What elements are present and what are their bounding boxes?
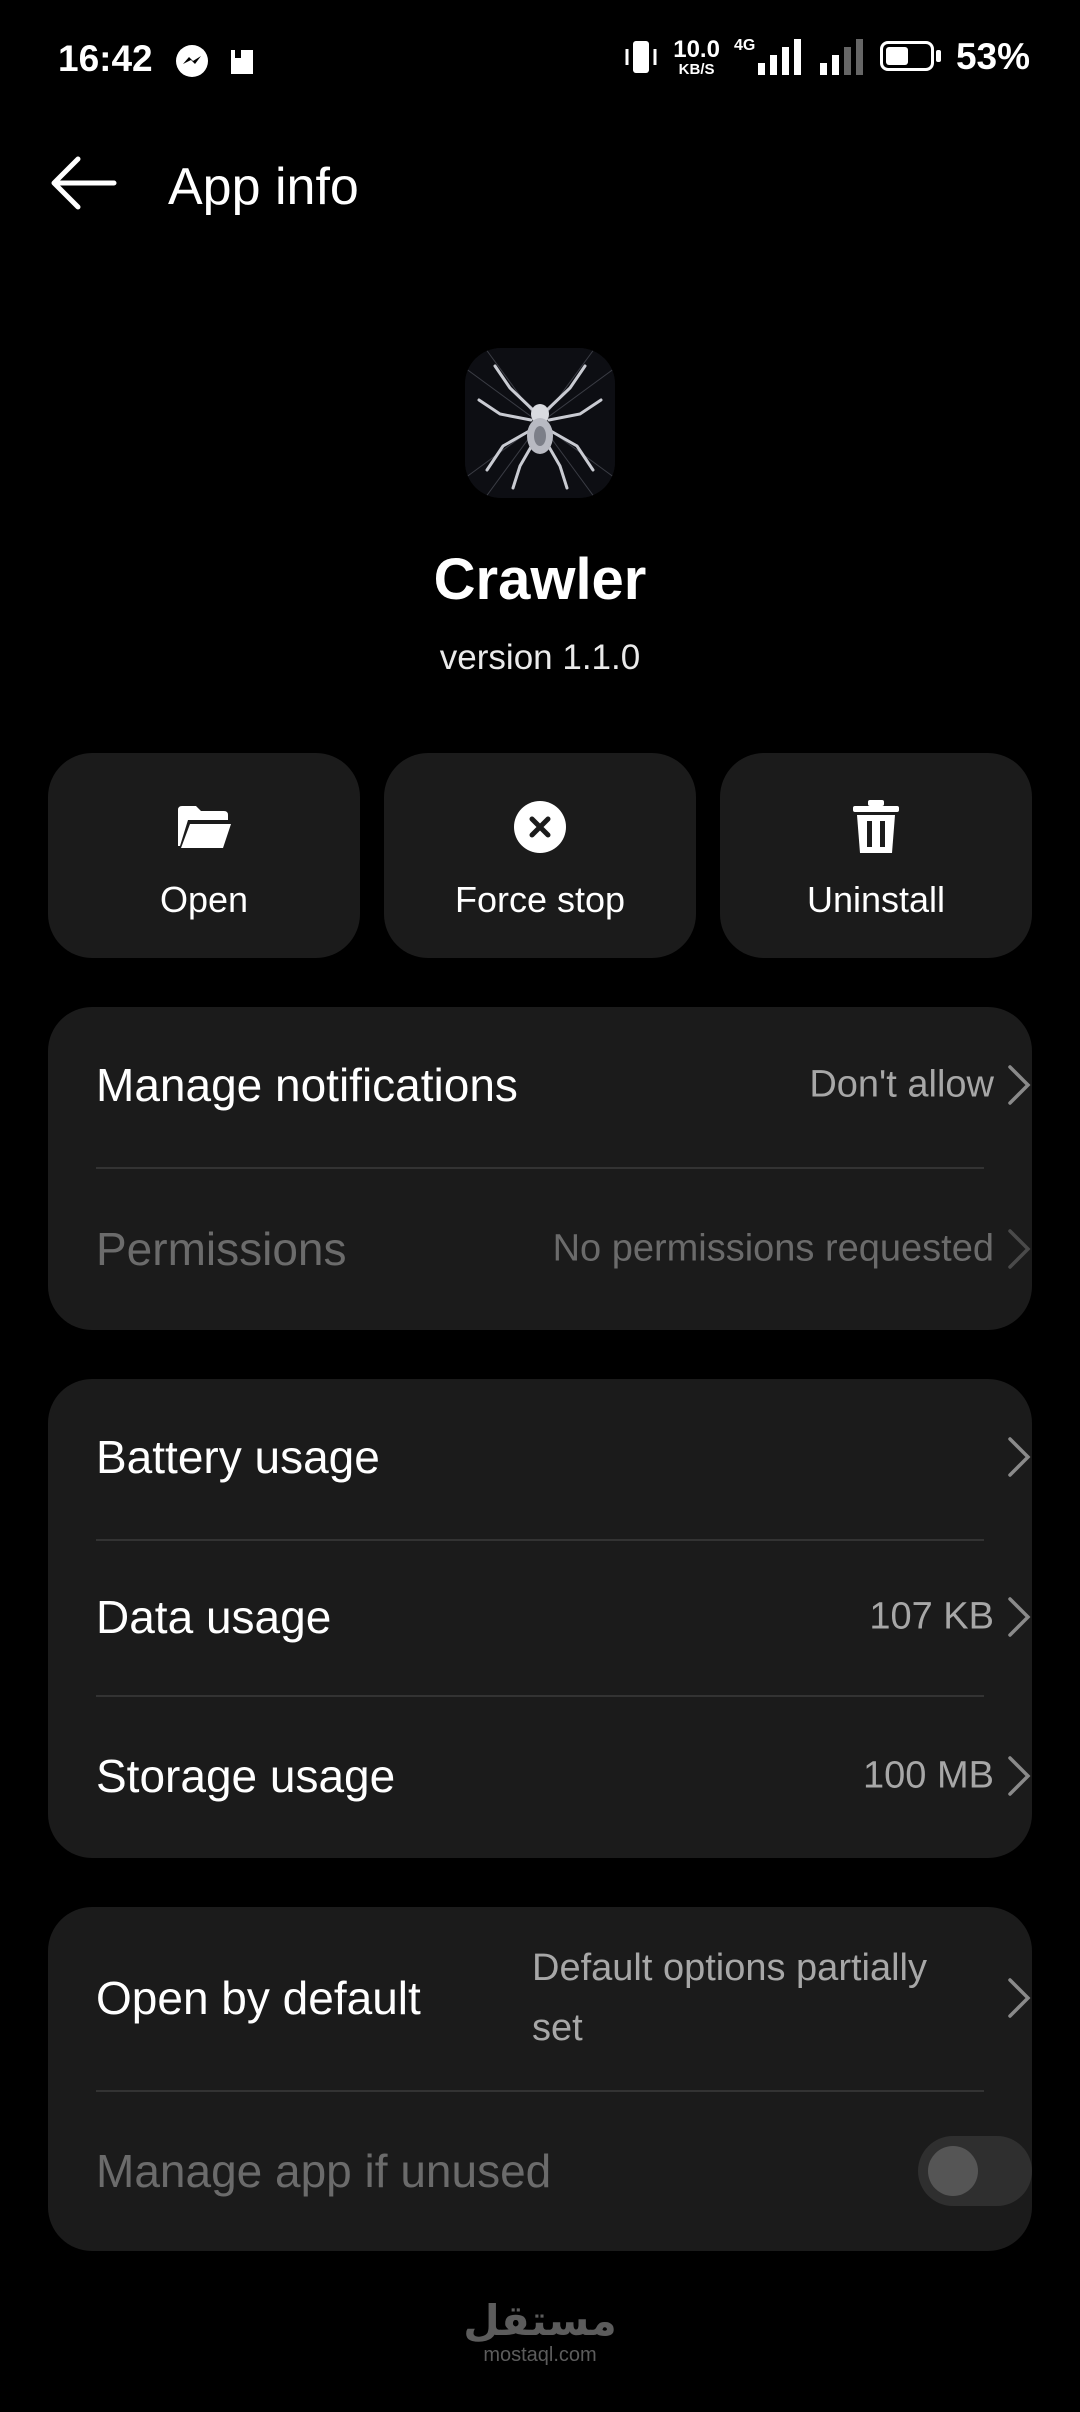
vibrate-icon xyxy=(625,41,657,73)
network-speed-value: 10.0 xyxy=(673,35,720,63)
open-by-default-row[interactable]: Open by default Default options partiall… xyxy=(96,1907,1032,2089)
uninstall-button[interactable]: Uninstall xyxy=(720,753,1032,958)
battery-usage-label: Battery usage xyxy=(96,1431,380,1483)
manage-notifications-row[interactable]: Manage notifications Don't allow xyxy=(96,1007,1032,1163)
open-button[interactable]: Open xyxy=(48,753,360,958)
chevron-right-icon xyxy=(1008,1229,1031,1269)
permissions-row[interactable]: Permissions No permissions requested xyxy=(96,1171,1032,1327)
force-stop-button[interactable]: Force stop xyxy=(384,753,696,958)
manage-app-if-unused-label: Manage app if unused xyxy=(96,2145,552,2197)
storage-usage-row[interactable]: Storage usage 100 MB xyxy=(96,1699,1032,1853)
manage-notifications-value: Don't allow xyxy=(809,1063,994,1106)
data-usage-value: 107 KB xyxy=(869,1595,994,1638)
messenger-icon xyxy=(176,45,208,77)
app-version: version 1.1.0 xyxy=(439,638,641,677)
signal-primary: 4G xyxy=(734,37,804,77)
divider xyxy=(96,1167,984,1169)
uninstall-button-label: Uninstall xyxy=(806,879,946,920)
data-usage-row[interactable]: Data usage 107 KB xyxy=(96,1543,1032,1691)
notifications-permissions-card: Manage notifications Don't allow Permiss… xyxy=(48,1007,1032,1330)
app-name: Crawler xyxy=(433,547,647,612)
status-left-icons xyxy=(175,44,255,78)
watermark-arabic: مستقل xyxy=(463,2297,617,2344)
app-bar: App info xyxy=(0,135,1080,235)
manage-app-if-unused-row: Manage app if unused xyxy=(96,2094,1080,2248)
action-buttons: Open Force stop Uninstall xyxy=(48,753,1032,958)
chevron-right-icon xyxy=(1008,1437,1031,1477)
manage-app-if-unused-toggle[interactable] xyxy=(918,2136,1032,2206)
network-speed: 10.0 KB/S xyxy=(673,35,720,78)
signal-strength-icon xyxy=(757,39,801,75)
status-time: 16:42 xyxy=(58,38,153,79)
spider-icon xyxy=(465,348,615,498)
battery-usage-row[interactable]: Battery usage xyxy=(96,1379,1032,1535)
signal-secondary-icon xyxy=(819,39,863,75)
open-by-default-label: Open by default xyxy=(96,1972,421,2024)
open-by-default-value-line1: Default options partially xyxy=(532,1947,927,1989)
open-by-default-value: Default options partially set xyxy=(532,1938,927,2058)
manage-notifications-label: Manage notifications xyxy=(96,1059,518,1111)
divider xyxy=(96,2090,984,2092)
force-stop-button-label: Force stop xyxy=(454,879,626,920)
open-button-label: Open xyxy=(159,879,249,920)
storage-usage-value: 100 MB xyxy=(863,1754,994,1797)
folder-open-icon xyxy=(174,797,234,857)
network-speed-unit: KB/S xyxy=(678,60,715,78)
chevron-right-icon xyxy=(1008,1597,1031,1637)
watermark: مستقل mostaql.com xyxy=(0,2300,1080,2367)
permissions-label: Permissions xyxy=(96,1223,347,1275)
watermark-latin: mostaql.com xyxy=(483,2344,597,2366)
network-type: 4G xyxy=(733,37,756,54)
sim-icon xyxy=(231,50,253,74)
permissions-value: No permissions requested xyxy=(552,1227,994,1270)
page-title: App info xyxy=(168,158,359,216)
trash-icon xyxy=(846,797,906,857)
storage-usage-label: Storage usage xyxy=(96,1750,396,1802)
chevron-right-icon xyxy=(1008,1065,1031,1105)
battery-percent: 53% xyxy=(955,36,1030,77)
status-right-icons: 10.0 KB/S 4G 53% xyxy=(623,36,1030,78)
data-usage-label: Data usage xyxy=(96,1591,332,1643)
chevron-right-icon xyxy=(1008,1978,1031,2018)
chevron-right-icon xyxy=(1008,1756,1031,1796)
defaults-card: Open by default Default options partiall… xyxy=(48,1907,1032,2251)
battery-icon xyxy=(879,41,942,73)
app-icon xyxy=(465,348,615,498)
open-by-default-value-line2: set xyxy=(532,2007,583,2049)
divider xyxy=(96,1695,984,1697)
back-arrow-icon[interactable] xyxy=(48,153,118,213)
status-bar: 16:42 10.0 KB/S 4G 53% xyxy=(0,0,1080,124)
toggle-knob xyxy=(928,2146,978,2196)
usage-card: Battery usage Data usage 107 KB Storage … xyxy=(48,1379,1032,1858)
close-circle-icon xyxy=(510,797,570,857)
divider xyxy=(96,1539,984,1541)
